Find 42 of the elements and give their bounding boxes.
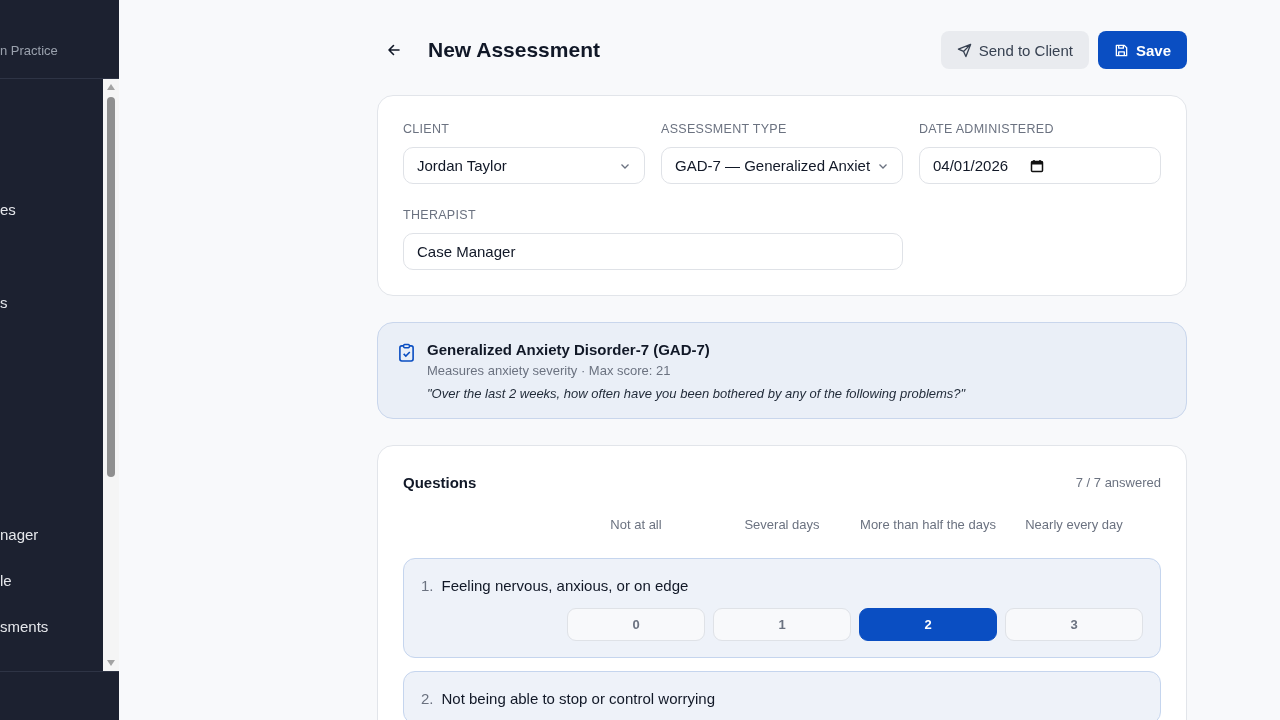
clipboard-check-icon: [398, 343, 415, 362]
field-label: THERAPIST: [403, 208, 477, 222]
question-text: Feeling nervous, anxious, or on edge: [441, 577, 689, 594]
input-field[interactable]: Case Manager: [403, 233, 903, 270]
send-button[interactable]: Send to Client: [940, 31, 1089, 69]
nav-item[interactable]: le: [0, 571, 103, 591]
question-text: Not being able to stop or control worrying: [441, 690, 715, 707]
field-label: DATE ADMINISTERED: [919, 122, 1055, 136]
select-field[interactable]: GAD-7 — Generalized Anxiet: [661, 147, 903, 184]
page-title: New Assessment: [428, 38, 600, 62]
score-button[interactable]: 2: [859, 608, 997, 641]
section-title: Questions: [403, 474, 477, 491]
option-header: Nearly every day: [1024, 517, 1124, 532]
nav-item[interactable]: sments: [0, 617, 103, 637]
assessment-prompt: "Over the last 2 weeks, how often have you been bothered by any of the following problems?": [427, 386, 966, 401]
score-button[interactable]: 3: [1005, 608, 1143, 641]
scroll-up-icon[interactable]: [106, 83, 116, 91]
assessment-title: Generalized Anxiety Disorder-7 (GAD-7): [427, 341, 711, 358]
save-button[interactable]: Save: [1097, 31, 1187, 69]
answered-count: 7 / 7 answered: [1075, 475, 1161, 490]
field-label: ASSESSMENT TYPE: [661, 122, 788, 136]
question-number: 2.: [421, 690, 434, 707]
nav-item[interactable]: es: [0, 200, 103, 220]
score-button[interactable]: 0: [567, 608, 705, 641]
option-header: More than half the days: [859, 517, 997, 532]
nav-item[interactable]: s: [0, 293, 103, 313]
scroll-down-icon[interactable]: [106, 659, 116, 667]
assessment-description: Measures anxiety severity · Max score: 21: [427, 363, 672, 378]
app-subtitle: n Practice: [0, 43, 58, 58]
option-header: Not at all: [609, 517, 663, 532]
nav-item[interactable]: nager: [0, 525, 103, 545]
send-icon: [956, 42, 972, 58]
option-header: Several days: [743, 517, 821, 532]
field-label: CLIENT: [403, 122, 451, 136]
calendar-icon[interactable]: [1030, 158, 1045, 173]
save-icon: [1113, 42, 1129, 58]
score-button[interactable]: 1: [713, 608, 851, 641]
date-field[interactable]: 04/01/2026: [919, 147, 1161, 184]
scrollbar[interactable]: [103, 79, 119, 671]
question-number: 1.: [421, 577, 434, 594]
select-field[interactable]: Jordan Taylor: [403, 147, 645, 184]
back-arrow-icon[interactable]: [386, 42, 402, 58]
